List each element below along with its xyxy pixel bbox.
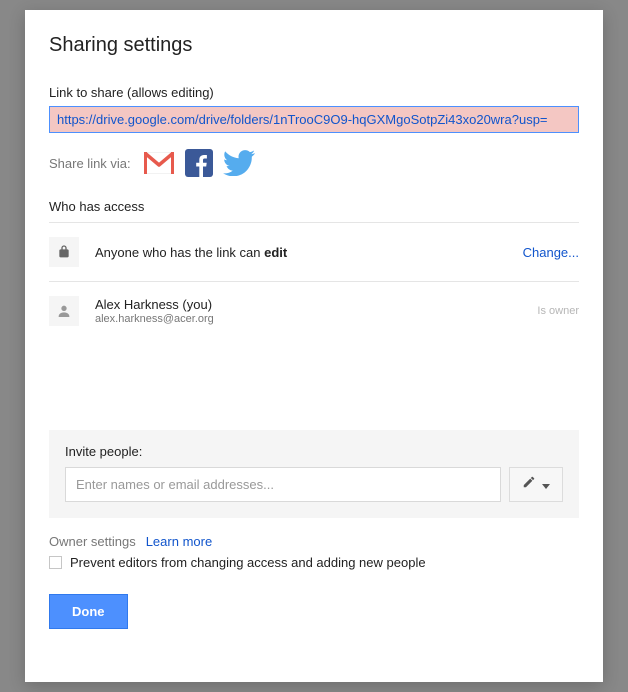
share-link-input[interactable] [49, 106, 579, 133]
who-has-access-heading: Who has access [49, 199, 579, 214]
owner-name: Alex Harkness (you) [95, 297, 537, 312]
invite-section: Invite people: [49, 430, 579, 518]
access-anyone-text: Anyone who has the link can edit [95, 245, 523, 260]
link-label: Link to share (allows editing) [49, 85, 579, 100]
invite-input[interactable] [65, 467, 501, 502]
change-access-link[interactable]: Change... [523, 245, 579, 260]
done-button[interactable]: Done [49, 594, 128, 629]
prevent-editors-label: Prevent editors from changing access and… [70, 555, 426, 570]
prevent-editors-row: Prevent editors from changing access and… [49, 555, 579, 570]
link-access-icon [49, 237, 79, 267]
share-via-row: Share link via: [49, 147, 579, 179]
invite-label: Invite people: [65, 444, 563, 459]
facebook-icon[interactable] [183, 147, 215, 179]
dialog-title: Sharing settings [49, 34, 579, 57]
owner-settings-row: Owner settings Learn more [49, 534, 579, 549]
learn-more-link[interactable]: Learn more [146, 534, 212, 549]
owner-settings-label: Owner settings [49, 534, 136, 549]
owner-role: Is owner [537, 305, 579, 317]
prevent-editors-checkbox[interactable] [49, 556, 62, 569]
share-via-label: Share link via: [49, 156, 131, 171]
owner-info: Alex Harkness (you) alex.harkness@acer.o… [95, 297, 537, 325]
permission-dropdown-button[interactable] [509, 467, 563, 502]
sharing-settings-dialog: Sharing settings Link to share (allows e… [25, 10, 603, 682]
person-icon [49, 296, 79, 326]
invite-row [65, 467, 563, 502]
access-anyone-permission: edit [264, 245, 287, 260]
twitter-icon[interactable] [223, 147, 255, 179]
access-anyone-prefix: Anyone who has the link can [95, 245, 264, 260]
pencil-icon [522, 475, 536, 494]
owner-email: alex.harkness@acer.org [95, 313, 537, 325]
access-row-owner: Alex Harkness (you) alex.harkness@acer.o… [49, 282, 579, 340]
access-row-anyone: Anyone who has the link can edit Change.… [49, 223, 579, 282]
gmail-icon[interactable] [143, 147, 175, 179]
caret-down-icon [542, 476, 550, 494]
